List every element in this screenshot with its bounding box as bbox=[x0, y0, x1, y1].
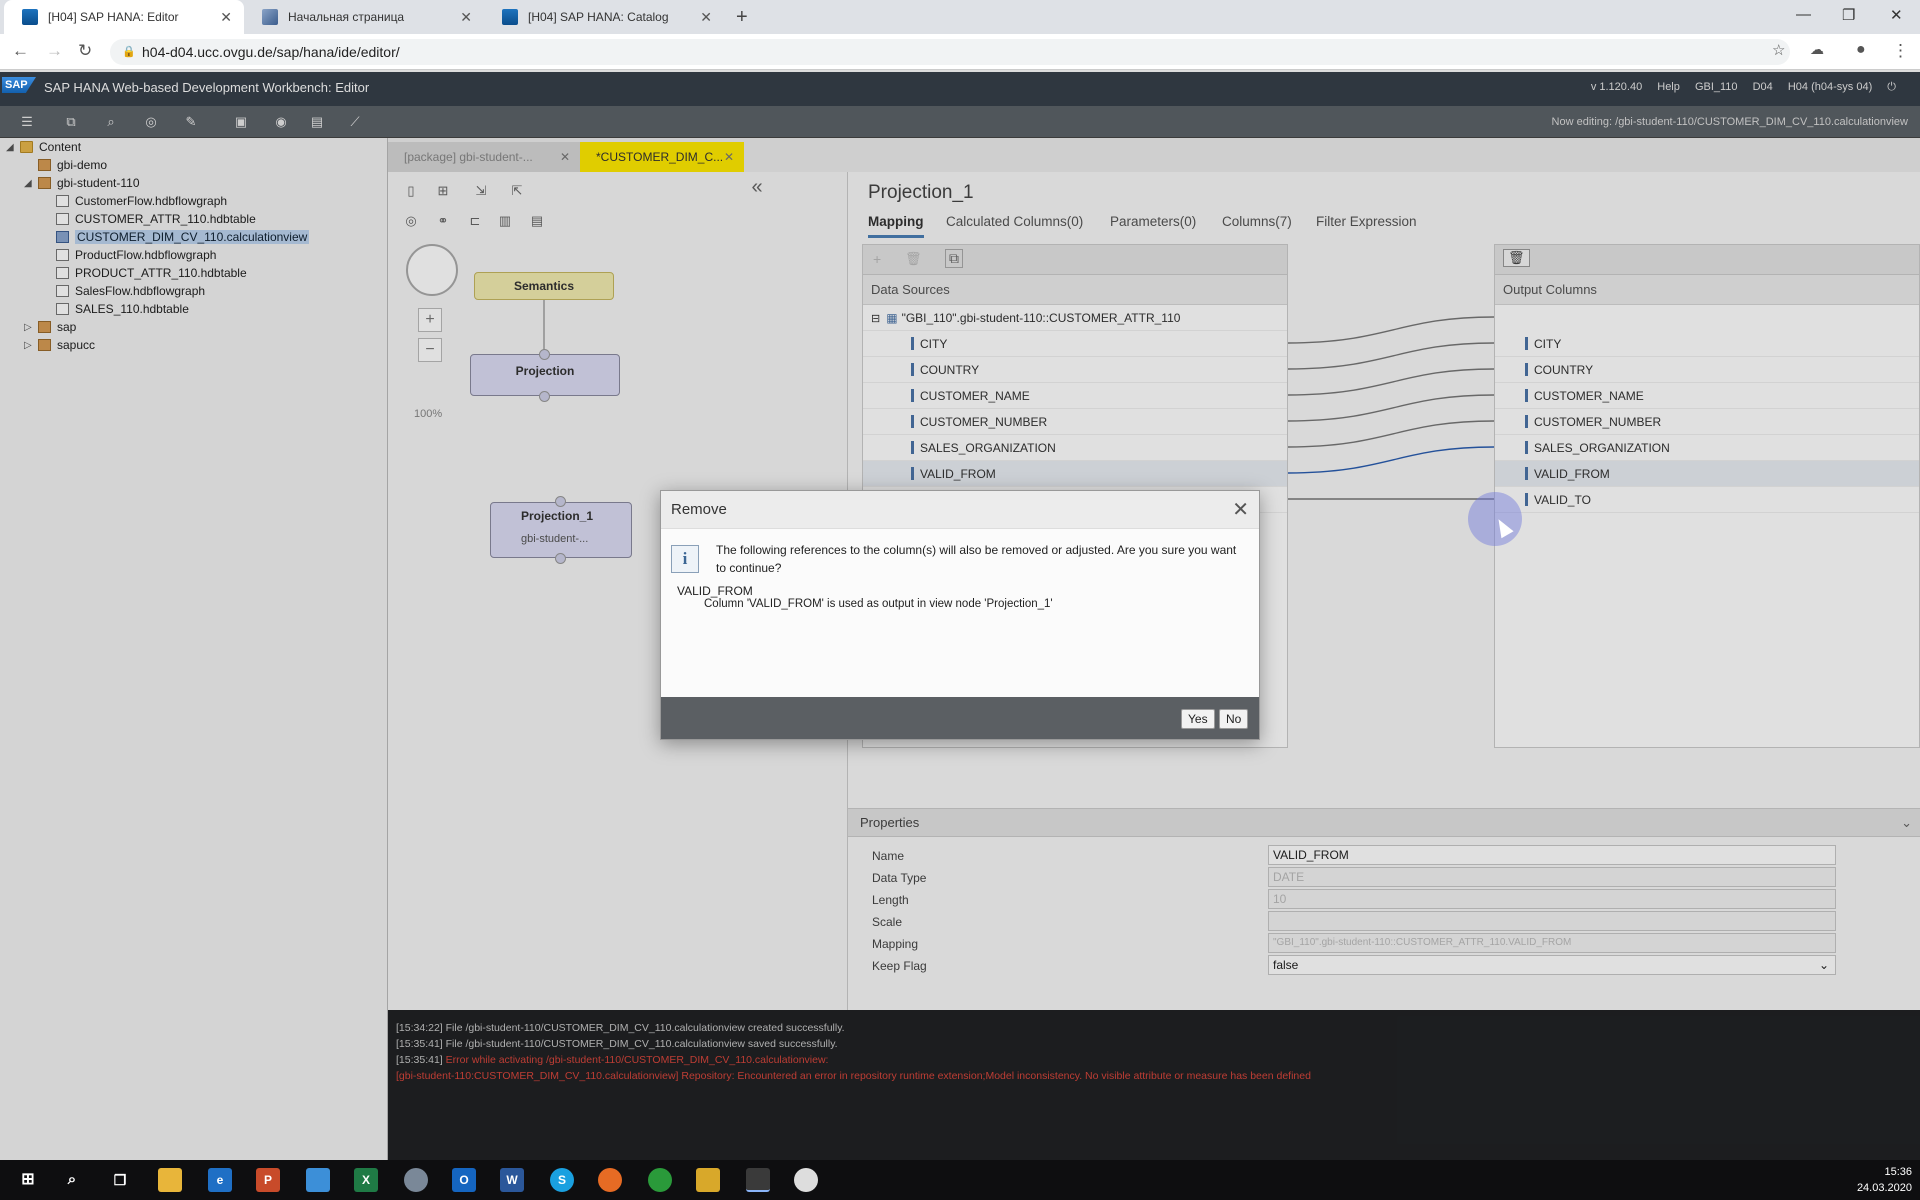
word-icon[interactable]: W bbox=[500, 1168, 524, 1192]
browser-tab-bar: [H04] SAP HANA: Editor ✕ Начальная стран… bbox=[0, 0, 1920, 34]
affected-column: VALID_FROM bbox=[677, 584, 753, 598]
bookmark-star-icon[interactable]: ☆ bbox=[1772, 41, 1785, 59]
user-label: GBI_110 bbox=[1694, 81, 1738, 93]
mouse-cursor bbox=[1468, 492, 1522, 546]
edge-icon[interactable]: e bbox=[208, 1168, 232, 1192]
minimize-icon[interactable]: — bbox=[1796, 6, 1811, 23]
excel-icon[interactable]: X bbox=[354, 1168, 378, 1192]
sap-logon-icon[interactable] bbox=[306, 1168, 330, 1192]
info-icon: i bbox=[671, 545, 699, 573]
lock-icon: 🔒 bbox=[122, 46, 136, 58]
version-label: v 1.120.40 bbox=[1590, 81, 1643, 93]
browser-tab-catalog[interactable]: [H04] SAP HANA: Catalog ✕ bbox=[484, 0, 724, 34]
dialog-footer: Yes No bbox=[661, 697, 1259, 739]
header-links: v 1.120.40 Help GBI_110 D04 H04 (h04-sys… bbox=[1579, 81, 1896, 94]
skype-icon[interactable]: S bbox=[550, 1168, 574, 1192]
url-field[interactable]: 🔒 h04-d04.ucc.ovgu.de/sap/hana/ide/edito… bbox=[110, 39, 1790, 65]
close-tab-icon[interactable]: ✕ bbox=[220, 9, 232, 26]
sap-favicon-icon bbox=[22, 9, 38, 25]
no-button[interactable]: No bbox=[1219, 709, 1249, 729]
app-header: SAP SAP HANA Web-based Development Workb… bbox=[0, 72, 1920, 106]
browser-tab-home[interactable]: Начальная страница ✕ bbox=[244, 0, 484, 34]
task-view-icon[interactable]: ❐ bbox=[108, 1168, 132, 1192]
browser-tab-label: [H04] SAP HANA: Editor bbox=[48, 10, 179, 24]
browser-tab-editor[interactable]: [H04] SAP HANA: Editor ✕ bbox=[4, 0, 244, 34]
forward-icon[interactable]: → bbox=[46, 41, 63, 61]
page-favicon-icon bbox=[262, 9, 278, 25]
window-close-icon[interactable]: ✕ bbox=[1890, 6, 1903, 24]
yes-button[interactable]: Yes bbox=[1181, 709, 1215, 729]
file-explorer-icon[interactable] bbox=[158, 1168, 182, 1192]
help-link[interactable]: Help bbox=[1657, 81, 1680, 93]
powerpoint-icon[interactable]: P bbox=[256, 1168, 280, 1192]
search-icon[interactable]: ⌕ bbox=[60, 1168, 84, 1192]
back-icon[interactable]: ← bbox=[12, 41, 29, 61]
sap-gui-icon[interactable] bbox=[696, 1168, 720, 1192]
chrome-icon[interactable] bbox=[746, 1168, 770, 1192]
close-tab-icon[interactable]: ✕ bbox=[700, 9, 712, 26]
remove-dialog: Remove ✕ i The following references to t… bbox=[660, 490, 1260, 740]
profile-icon[interactable]: ● bbox=[1856, 41, 1866, 59]
extension-icon[interactable]: ☁ bbox=[1810, 41, 1824, 58]
start-icon[interactable]: ⊞ bbox=[16, 1168, 40, 1192]
whatsapp-icon[interactable] bbox=[648, 1168, 672, 1192]
logout-icon[interactable]: ⏻ bbox=[1887, 81, 1896, 93]
instance-label: D04 bbox=[1752, 81, 1773, 93]
dialog-title: Remove bbox=[671, 501, 727, 518]
firefox-icon[interactable] bbox=[598, 1168, 622, 1192]
browser-menu-icon[interactable]: ⋮ bbox=[1892, 41, 1909, 61]
reload-icon[interactable]: ↻ bbox=[78, 41, 92, 61]
sap-favicon-icon bbox=[502, 9, 518, 25]
windows-taskbar: ⊞ ⌕ ❐ e P X O W S 15:36 24.03.2020 bbox=[0, 1160, 1920, 1200]
dialog-header: Remove ✕ bbox=[661, 491, 1259, 529]
app-title: SAP HANA Web-based Development Workbench… bbox=[44, 80, 370, 95]
affected-detail: Column 'VALID_FROM' is used as output in… bbox=[704, 598, 1053, 610]
app-icon[interactable] bbox=[794, 1168, 818, 1192]
browser-tab-label: [H04] SAP HANA: Catalog bbox=[528, 10, 669, 24]
app-icon[interactable] bbox=[404, 1168, 428, 1192]
system-label: H04 (h04-sys 04) bbox=[1787, 81, 1873, 93]
restore-icon[interactable]: ❐ bbox=[1842, 6, 1855, 24]
close-icon[interactable]: ✕ bbox=[1232, 497, 1249, 522]
system-clock: 15:36 24.03.2020 bbox=[1856, 1166, 1912, 1194]
browser-address-bar: ← → ↻ 🔒 h04-d04.ucc.ovgu.de/sap/hana/ide… bbox=[0, 34, 1920, 70]
new-tab-icon[interactable]: + bbox=[736, 6, 748, 29]
url-text: h04-d04.ucc.ovgu.de/sap/hana/ide/editor/ bbox=[142, 44, 400, 60]
sap-logo: SAP bbox=[2, 77, 36, 93]
dialog-message: The following references to the column(s… bbox=[716, 543, 1237, 575]
outlook-icon[interactable]: O bbox=[452, 1168, 476, 1192]
close-tab-icon[interactable]: ✕ bbox=[460, 9, 472, 26]
browser-tab-label: Начальная страница bbox=[288, 10, 405, 24]
